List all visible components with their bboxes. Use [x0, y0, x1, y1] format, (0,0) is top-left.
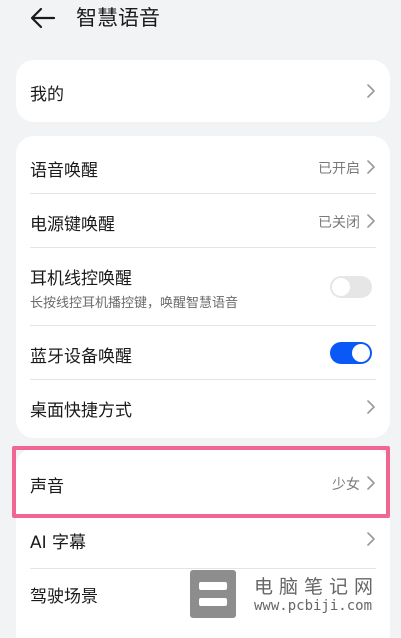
- item-label: 电源键唤醒: [30, 215, 115, 235]
- toggle-knob: [352, 344, 370, 362]
- item-sublabel: 长按线控耳机播控键，唤醒智慧语音: [30, 296, 239, 311]
- item-label: 耳机线控唤醒: [30, 269, 132, 289]
- watermark-logo: [190, 570, 236, 618]
- page-title: 智慧语音: [76, 6, 160, 30]
- item-label: 驾驶场景: [30, 587, 98, 607]
- card-wakeup: 语音唤醒 已开启 电源键唤醒 已关闭 耳机线控唤醒 长按线控耳机播控键，唤醒智慧…: [16, 136, 390, 438]
- item-label: 桌面快捷方式: [30, 401, 132, 421]
- bluetooth-wakeup-toggle[interactable]: [330, 342, 372, 364]
- list-item-wired-headset-wakeup: 耳机线控唤醒 长按线控耳机播控键，唤醒智慧语音: [16, 248, 390, 326]
- list-item-power-key-wakeup[interactable]: 电源键唤醒 已关闭: [16, 194, 390, 248]
- list-item-bluetooth-wakeup: 蓝牙设备唤醒: [16, 326, 390, 380]
- watermark-text: 电脑笔记网: [254, 576, 380, 598]
- list-item-mine[interactable]: 我的: [16, 60, 390, 122]
- list-item-voice-wakeup[interactable]: 语音唤醒 已开启: [16, 140, 390, 194]
- item-label: 我的: [30, 85, 64, 105]
- item-value: 已关闭: [318, 215, 360, 231]
- item-value: 已开启: [318, 161, 360, 177]
- chevron-right-icon: [367, 532, 375, 546]
- arrow-left-icon[interactable]: [30, 6, 56, 30]
- wired-headset-wakeup-toggle[interactable]: [330, 276, 372, 298]
- list-item-desktop-shortcut[interactable]: 桌面快捷方式: [16, 380, 390, 436]
- item-label: AI 字幕: [30, 533, 87, 553]
- watermark: 电脑笔记网 www.pcbiji.com: [190, 568, 401, 630]
- toggle-knob: [332, 278, 350, 296]
- item-label: 蓝牙设备唤醒: [30, 347, 132, 367]
- chevron-right-icon: [367, 214, 375, 228]
- header: 智慧语音: [0, 0, 401, 40]
- watermark-url: www.pcbiji.com: [254, 598, 373, 614]
- chevron-right-icon: [367, 400, 375, 414]
- list-item-ai-subtitles[interactable]: AI 字幕: [16, 514, 390, 568]
- item-label: 语音唤醒: [30, 161, 98, 181]
- chevron-right-icon: [367, 160, 375, 174]
- card-mine: 我的: [16, 60, 390, 122]
- chevron-right-icon: [367, 84, 375, 98]
- highlight-box: [12, 446, 390, 518]
